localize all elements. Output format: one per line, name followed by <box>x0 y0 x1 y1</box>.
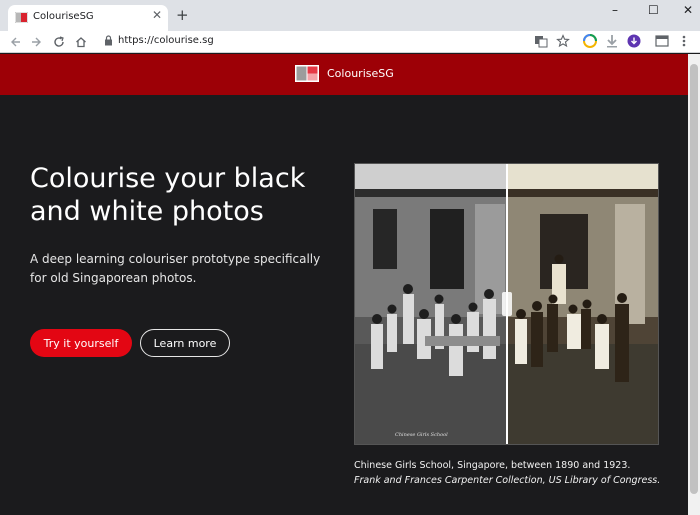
browser-tab[interactable]: ColouriseSG ✕ <box>8 5 168 31</box>
forward-icon[interactable] <box>31 36 43 48</box>
browser-toolbar: https://colourise.sg <box>0 31 700 53</box>
profile-icon[interactable] <box>627 34 641 48</box>
cast-icon[interactable] <box>655 34 669 48</box>
learn-more-button[interactable]: Learn more <box>140 329 230 357</box>
extension-icon[interactable] <box>583 34 597 48</box>
tab-title: ColouriseSG <box>33 11 94 22</box>
reload-icon[interactable] <box>53 36 65 48</box>
photo-inscription: Chinese Girls School <box>395 432 448 438</box>
favicon-icon <box>15 12 28 23</box>
brand-name[interactable]: ColouriseSG <box>327 67 394 80</box>
hero-subtitle: A deep learning colouriser prototype spe… <box>30 252 321 285</box>
photo-caption: Chinese Girls School, Singapore, between… <box>354 460 631 471</box>
download-icon[interactable] <box>605 34 619 48</box>
page-content: ColouriseSG Colourise your black and whi… <box>0 54 688 515</box>
home-icon[interactable] <box>75 36 87 48</box>
tab-strip: ColouriseSG ✕ + – ☐ ✕ <box>0 0 700 31</box>
comparison-photo[interactable]: Chinese Girls School <box>354 163 659 445</box>
photo-credit: Frank and Frances Carpenter Collection, … <box>354 475 661 486</box>
star-icon[interactable] <box>556 34 570 48</box>
maximize-icon[interactable]: ☐ <box>648 3 659 17</box>
url-text[interactable]: https://colourise.sg <box>118 35 214 46</box>
site-header: ColouriseSG <box>0 54 688 95</box>
scrollbar-thumb[interactable] <box>690 64 698 494</box>
close-window-icon[interactable]: ✕ <box>683 3 693 17</box>
lock-icon <box>105 35 112 46</box>
comparison-image: Chinese Girls School <box>355 164 658 444</box>
try-it-yourself-button[interactable]: Try it yourself <box>30 329 132 357</box>
minimize-icon[interactable]: – <box>612 3 618 17</box>
new-tab-icon[interactable]: + <box>176 6 189 24</box>
menu-icon[interactable] <box>677 34 691 48</box>
slider-handle[interactable] <box>502 292 512 316</box>
back-icon[interactable] <box>9 36 21 48</box>
logo-icon[interactable] <box>295 65 319 82</box>
page-scrollbar[interactable] <box>688 54 700 515</box>
translate-icon[interactable] <box>534 34 548 48</box>
hero-title: Colourise your black and white photos <box>30 163 306 227</box>
tab-close-icon[interactable]: ✕ <box>152 8 162 22</box>
